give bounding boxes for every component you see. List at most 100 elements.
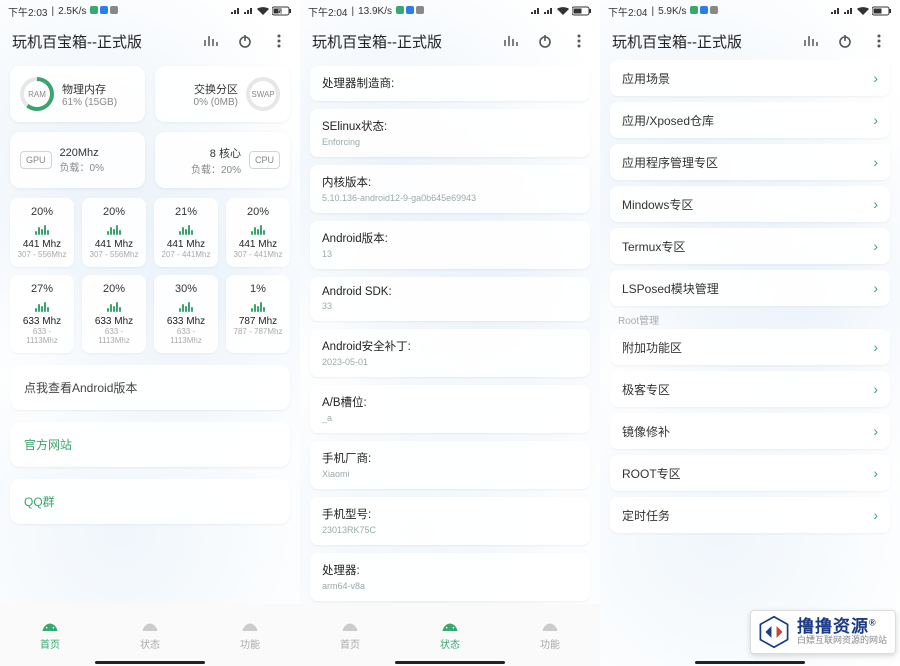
tools-item[interactable]: 应用程序管理专区› — [610, 144, 890, 180]
gpu-panel[interactable]: GPU 220Mhz 负载：0% — [10, 132, 145, 188]
cpu-bars-icon — [88, 221, 140, 235]
qq-group-card[interactable]: QQ群 — [10, 479, 290, 524]
cpu-core-3[interactable]: 20% 441 Mhz 307 - 441Mhz — [226, 198, 290, 267]
nav-tools[interactable]: 功能 — [240, 619, 260, 651]
watermark: 撸撸资源® 白嫖互联网资源的网站 — [750, 610, 896, 654]
tools-item-label: 应用场景 — [622, 70, 670, 87]
tools-item[interactable]: Termux专区› — [610, 228, 890, 264]
battery-icon — [572, 6, 592, 16]
info-item[interactable]: 手机厂商: Xiaomi — [310, 441, 590, 489]
stats-icon[interactable] — [802, 32, 820, 50]
section-label-root: Root管理 — [618, 312, 890, 327]
cpu-core-1[interactable]: 20% 441 Mhz 307 - 556Mhz — [82, 198, 146, 267]
chevron-right-icon: › — [873, 465, 878, 481]
cpu-freq: 633 Mhz — [88, 316, 140, 327]
ram-sub: 61% (15GB) — [62, 97, 117, 108]
chevron-right-icon: › — [873, 423, 878, 439]
nav-tools[interactable]: 功能 — [540, 619, 560, 651]
tools-item[interactable]: Mindows专区› — [610, 186, 890, 222]
appbar: 玩机百宝箱--正式版 — [300, 22, 600, 60]
info-item[interactable]: 内核版本:5.10.136-android12-9-ga0b645e69943 — [310, 165, 590, 213]
info-item[interactable]: Android SDK:33 — [310, 277, 590, 321]
cpu-pct: 20% — [232, 206, 284, 218]
nav-home[interactable]: 首页 — [340, 619, 360, 651]
info-val: Xiaomi — [322, 469, 578, 479]
info-item[interactable]: 手机型号:23013RK75C — [310, 497, 590, 545]
battery-icon — [872, 6, 892, 16]
tools-item[interactable]: LSPosed模块管理› — [610, 270, 890, 306]
statusbar: 下午2:04| 13.9K/s — [300, 0, 600, 22]
info-item[interactable]: Android安全补丁:2023-05-01 — [310, 329, 590, 377]
info-key: SElinux状态: — [322, 118, 578, 134]
cpu-range: 307 - 556Mhz — [88, 250, 140, 259]
info-key: 手机型号: — [322, 506, 578, 522]
power-icon[interactable] — [536, 32, 554, 50]
tools-item[interactable]: 定时任务› — [610, 497, 890, 533]
page-title: 玩机百宝箱--正式版 — [12, 31, 142, 52]
chevron-right-icon: › — [873, 280, 878, 296]
stats-icon[interactable] — [502, 32, 520, 50]
ram-panel[interactable]: 物理内存 61% (15GB) — [10, 66, 145, 122]
tools-item[interactable]: 附加功能区› — [610, 329, 890, 365]
info-item[interactable]: SElinux状态:Enforcing — [310, 109, 590, 157]
android-icon — [140, 619, 160, 633]
info-item[interactable]: 处理器制造商: — [310, 66, 590, 101]
cpu-core-4[interactable]: 27% 633 Mhz 633 - 1113Mhz — [10, 275, 74, 353]
cpu-freq: 441 Mhz — [16, 239, 68, 250]
cpu-core-grid: 20% 441 Mhz 307 - 556Mhz20% 441 Mhz 307 … — [10, 198, 290, 353]
cpu-pct: 21% — [160, 206, 212, 218]
swap-title: 交换分区 — [194, 81, 238, 97]
gesture-handle[interactable] — [695, 661, 805, 664]
signal-icon — [844, 7, 854, 15]
tools-item-label: Termux专区 — [622, 238, 685, 255]
chevron-right-icon: › — [873, 507, 878, 523]
swap-panel[interactable]: 交换分区 0% (0MB) — [155, 66, 290, 122]
tools-item[interactable]: 应用/Xposed仓库› — [610, 102, 890, 138]
tools-item-label: 附加功能区 — [622, 339, 682, 356]
gesture-handle[interactable] — [95, 661, 205, 664]
more-icon[interactable] — [270, 32, 288, 50]
statusbar: 下午2:04| 5.9K/s — [600, 0, 900, 22]
tools-item-label: 应用程序管理专区 — [622, 154, 718, 171]
info-key: Android版本: — [322, 230, 578, 246]
android-version-card[interactable]: 点我查看Android版本 — [10, 365, 290, 410]
cpu-core-6[interactable]: 30% 633 Mhz 633 - 1113Mhz — [154, 275, 218, 353]
info-key: 手机厂商: — [322, 450, 578, 466]
tools-item[interactable]: 极客专区› — [610, 371, 890, 407]
cpu-bars-icon — [232, 221, 284, 235]
cpu-freq: 633 Mhz — [16, 316, 68, 327]
info-item[interactable]: 处理器:arm64-v8a — [310, 553, 590, 601]
cpu-core-5[interactable]: 20% 633 Mhz 633 - 1113Mhz — [82, 275, 146, 353]
tools-item[interactable]: 应用场景› — [610, 60, 890, 96]
more-icon[interactable] — [570, 32, 588, 50]
page-title: 玩机百宝箱--正式版 — [312, 31, 442, 52]
cpu-panel[interactable]: 8 核心 负载：20% CPU — [155, 132, 290, 188]
power-icon[interactable] — [836, 32, 854, 50]
cpu-pct: 30% — [160, 283, 212, 295]
status-time: 下午2:04 — [308, 4, 347, 19]
power-icon[interactable] — [236, 32, 254, 50]
nav-home[interactable]: 首页 — [40, 619, 60, 651]
appbar: 玩机百宝箱--正式版 — [600, 22, 900, 60]
tools-item[interactable]: ROOT专区› — [610, 455, 890, 491]
cpu-core-7[interactable]: 1% 787 Mhz 787 - 787Mhz — [226, 275, 290, 353]
official-site-card[interactable]: 官方网站 — [10, 422, 290, 467]
stats-icon[interactable] — [202, 32, 220, 50]
info-key: Android安全补丁: — [322, 338, 578, 354]
info-item[interactable]: Android版本:13 — [310, 221, 590, 269]
info-key: 处理器: — [322, 562, 578, 578]
nav-status[interactable]: 状态 — [440, 619, 460, 651]
nav-status[interactable]: 状态 — [140, 619, 160, 651]
info-item[interactable]: A/B槽位:_a — [310, 385, 590, 433]
swap-sub: 0% (0MB) — [194, 97, 238, 108]
info-key: Android SDK: — [322, 286, 578, 298]
cpu-core-0[interactable]: 20% 441 Mhz 307 - 556Mhz — [10, 198, 74, 267]
cpu-core-2[interactable]: 21% 441 Mhz 207 - 441Mhz — [154, 198, 218, 267]
tools-item[interactable]: 镜像修补› — [610, 413, 890, 449]
more-icon[interactable] — [870, 32, 888, 50]
gesture-handle[interactable] — [395, 661, 505, 664]
cpu-range: 633 - 1113Mhz — [160, 327, 212, 345]
cpu-freq: 441 Mhz — [232, 239, 284, 250]
android-icon — [40, 619, 60, 633]
status-app-icons — [690, 5, 720, 18]
